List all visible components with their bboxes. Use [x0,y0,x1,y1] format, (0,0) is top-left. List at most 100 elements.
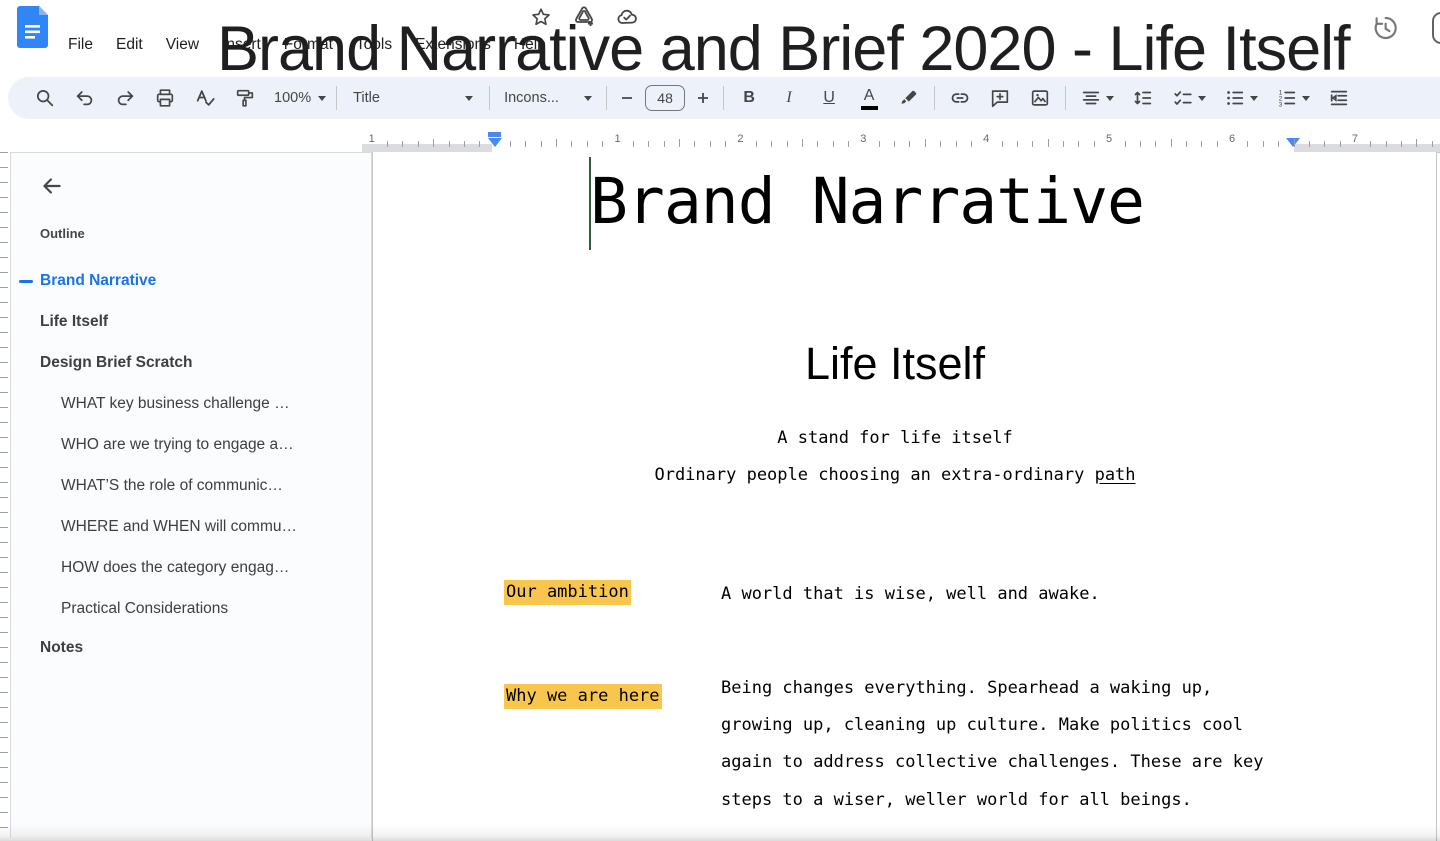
checklist-select[interactable] [1168,83,1210,113]
svg-text:3: 3 [1279,101,1283,108]
menu-view[interactable]: View [166,36,199,54]
decrease-font-size-button[interactable] [617,83,637,113]
outline-item-what-key-business-challenge[interactable]: WHAT key business challenge … [61,395,290,413]
undo-icon[interactable] [70,83,100,113]
horizontal-ruler[interactable]: 11234567 [0,130,1440,152]
outline-item-where-and-when-will-commu[interactable]: WHERE and WHEN will commu… [61,518,297,536]
spell-check-icon[interactable] [190,83,220,113]
font-select[interactable]: Incons... [500,83,596,113]
ruler-tick [787,141,788,147]
add-comment-icon[interactable] [985,83,1015,113]
align-select[interactable] [1076,83,1118,113]
ruler-tick [1340,141,1341,147]
left-indent-marker[interactable] [488,138,502,147]
ruler-tick [402,141,403,147]
first-line-indent-marker[interactable] [488,132,501,137]
ruler-tick [1048,139,1049,147]
menu-help[interactable]: Help [514,36,546,54]
doc-subtitle-2[interactable]: Ordinary people choosing an extra-ordina… [496,465,1294,485]
ruler-number: 7 [1352,133,1358,145]
ruler-number: 1 [614,133,620,145]
search-menus-icon[interactable] [30,83,60,113]
ruler-tick [387,141,388,147]
version-history-icon[interactable] [1370,13,1400,43]
menu-file[interactable]: File [68,36,93,54]
menu-bar: File Edit View Insert Format Tools Exten… [68,36,546,54]
underline-button[interactable]: U [814,83,844,113]
ruler-tick [1063,141,1064,147]
italic-button[interactable]: I [774,83,804,113]
active-outline-indicator [19,280,33,283]
numbered-list-select[interactable]: 1 2 3 [1272,83,1314,113]
doc-label-why-we-are-here[interactable]: Why we are here [504,686,662,706]
star-icon[interactable] [528,4,554,30]
print-icon[interactable] [150,83,180,113]
document-page[interactable]: Brand Narrative Life Itself A stand for … [372,152,1437,841]
ruler-tick [802,139,803,147]
font-size-input[interactable]: 48 [645,85,685,111]
partial-button-cut-off[interactable] [1432,12,1440,44]
menu-tools[interactable]: Tools [356,36,392,54]
ruler-tick [433,139,434,147]
ruler-tick [1017,141,1018,147]
divider [934,86,935,110]
ruler-number: 5 [1106,133,1112,145]
ruler-tick [1125,141,1126,147]
ruler-tick [602,141,603,147]
cloud-saved-status-icon[interactable] [614,4,640,30]
menu-extensions[interactable]: Extensions [415,36,491,54]
insert-image-icon[interactable] [1025,83,1055,113]
doc-subtitle-2-text: Ordinary people choosing an extra-ordina… [654,465,1094,485]
ruler-tick [1217,141,1218,147]
paint-format-icon[interactable] [230,83,260,113]
ruler-tick [556,139,557,147]
outline-item-practical-considerations[interactable]: Practical Considerations [61,600,228,618]
doc-heading-life-itself[interactable]: Life Itself [496,338,1294,390]
ruler-tick [1416,139,1417,147]
menu-format[interactable]: Format [284,36,333,54]
outline-item-design-brief-scratch[interactable]: Design Brief Scratch [40,354,192,372]
indent-icon-partial[interactable] [1324,83,1354,113]
chevron-down-icon [1250,96,1258,101]
ruler-number: 6 [1229,133,1235,145]
ruler-tick [1094,141,1095,147]
text-color-button[interactable]: A [854,83,884,113]
ruler-tick [756,141,757,147]
menu-insert[interactable]: Insert [222,36,261,54]
ruler-tick [464,141,465,147]
menu-edit[interactable]: Edit [116,36,143,54]
outline-header: Outline [40,226,85,241]
doc-text-our-ambition[interactable]: A world that is wise, well and awake. [721,584,1100,604]
ruler-number: 1 [369,133,375,145]
doc-paragraph-why-we-are-here[interactable]: Being changes everything. Spearhead a wa… [721,670,1263,819]
zoom-select[interactable]: 100% [274,83,326,113]
outline-item-notes[interactable]: Notes [40,639,83,657]
google-docs-window: Brand Narrative and Brief 2020 - Life It… [0,0,1440,841]
doc-subtitle-1[interactable]: A stand for life itself [496,428,1294,448]
ruler-tick [1309,141,1310,147]
highlight-color-icon[interactable] [894,83,924,113]
doc-heading-brand-narrative[interactable]: Brand Narrative [590,165,1144,238]
insert-link-icon[interactable] [945,83,975,113]
google-docs-logo-icon[interactable] [17,6,48,48]
add-shortcut-icon[interactable] [571,4,597,30]
bulleted-list-select[interactable] [1220,83,1262,113]
outline-item-who-are-we-trying-to-engage-a[interactable]: WHO are we trying to engage a… [61,436,294,454]
ruler-number: 4 [983,133,989,145]
line-spacing-icon[interactable] [1128,83,1158,113]
ruler-tick [1324,141,1325,147]
outline-item-life-itself[interactable]: Life Itself [40,313,108,331]
ruler-tick [449,141,450,147]
outline-item-how-does-the-category-engag[interactable]: HOW does the category engag… [61,559,289,577]
paragraph-style-select[interactable]: Title [347,83,479,113]
document-outline-panel: Outline Brand Narrative Life Itself Design… [10,152,372,838]
increase-font-size-button[interactable] [693,83,713,113]
bold-button[interactable]: B [734,83,764,113]
doc-subtitle-2-underlined[interactable]: path [1095,465,1136,485]
doc-label-our-ambition[interactable]: Our ambition [504,582,631,602]
outline-item-brand-narrative[interactable]: Brand Narrative [40,272,156,290]
outline-item-what-s-the-role-of-communic[interactable]: WHAT’S the role of communic… [61,477,283,495]
redo-icon[interactable] [110,83,140,113]
ruler-tick [909,141,910,147]
close-outline-icon[interactable] [39,173,65,199]
